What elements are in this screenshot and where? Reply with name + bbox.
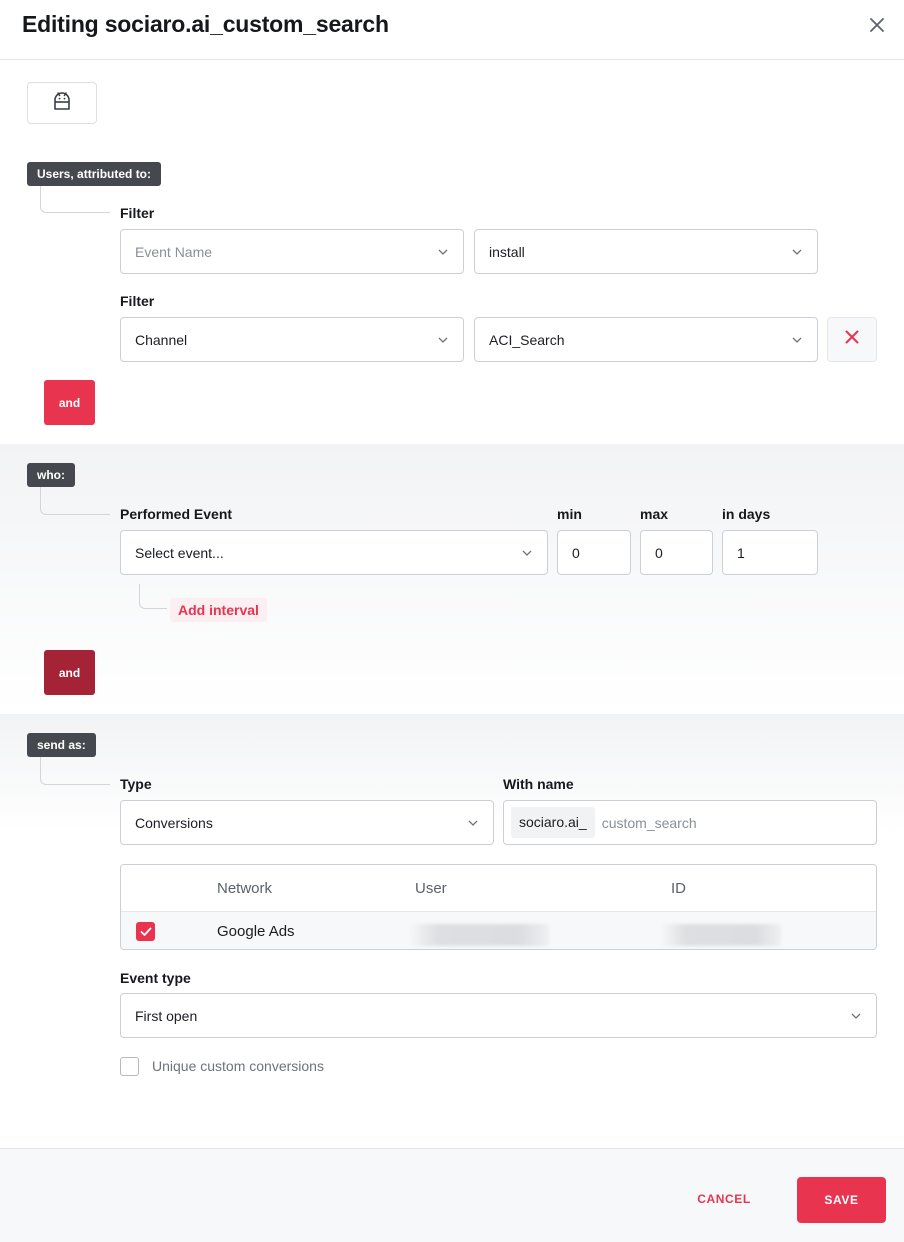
chevron-down-icon bbox=[791, 248, 803, 256]
select-value: Conversions bbox=[135, 814, 213, 831]
column-header-network: Network bbox=[217, 880, 273, 897]
days-label: in days bbox=[722, 506, 771, 522]
name-prefix: sociaro.ai_ bbox=[511, 807, 595, 838]
tree-connector bbox=[139, 584, 167, 609]
event-type-label: Event type bbox=[120, 970, 191, 986]
redacted-user bbox=[409, 924, 549, 946]
chevron-down-icon bbox=[791, 336, 803, 344]
tree-connector bbox=[40, 487, 110, 515]
tree-connector bbox=[40, 757, 110, 785]
tree-connector bbox=[40, 186, 110, 213]
column-header-id: ID bbox=[671, 880, 686, 897]
type-label: Type bbox=[120, 776, 152, 792]
select-value: ACI_Search bbox=[489, 331, 565, 348]
unique-conversions-checkbox[interactable] bbox=[120, 1056, 139, 1076]
dialog-header: Editing sociaro.ai_custom_search bbox=[0, 0, 904, 60]
redacted-id bbox=[661, 924, 781, 946]
type-select[interactable]: Conversions bbox=[120, 800, 494, 845]
min-input[interactable]: 0 bbox=[557, 530, 631, 575]
network-name: Google Ads bbox=[217, 923, 295, 940]
table-row: Google Ads bbox=[121, 912, 876, 949]
platform-selector[interactable] bbox=[27, 82, 97, 124]
unique-conversions-label: Unique custom conversions bbox=[152, 1058, 324, 1074]
add-interval-button[interactable]: Add interval bbox=[170, 598, 267, 622]
select-value: First open bbox=[135, 1007, 198, 1024]
dialog-title: Editing sociaro.ai_custom_search bbox=[22, 11, 389, 37]
select-value: Event Name bbox=[135, 243, 213, 260]
select-value: Select event... bbox=[135, 544, 224, 561]
event-select[interactable]: Select event... bbox=[120, 530, 548, 575]
chevron-down-icon bbox=[467, 819, 479, 827]
filter-value-select[interactable]: ACI_Search bbox=[474, 317, 818, 362]
filter-field-select[interactable]: Channel bbox=[120, 317, 464, 362]
event-type-select[interactable]: First open bbox=[120, 993, 877, 1038]
with-name-label: With name bbox=[503, 776, 574, 792]
select-value: install bbox=[489, 243, 525, 260]
days-input[interactable]: 1 bbox=[722, 530, 818, 575]
chevron-down-icon bbox=[437, 336, 449, 344]
unique-conversions-option[interactable]: Unique custom conversions bbox=[120, 1056, 324, 1076]
select-value: Channel bbox=[135, 331, 188, 348]
chevron-down-icon bbox=[850, 1012, 862, 1020]
attributed-tag: Users, attributed to: bbox=[27, 162, 162, 186]
name-field[interactable]: sociaro.ai_ custom_search bbox=[503, 800, 877, 845]
column-header-user: User bbox=[415, 880, 447, 897]
network-checkbox[interactable] bbox=[136, 922, 155, 941]
cancel-button[interactable]: CANCEL bbox=[678, 1177, 770, 1221]
table-header: Network User ID bbox=[121, 865, 876, 912]
close-icon bbox=[845, 330, 859, 349]
and-button[interactable]: and bbox=[44, 650, 95, 695]
min-label: min bbox=[557, 506, 582, 522]
filter-value-select[interactable]: install bbox=[474, 229, 818, 274]
close-icon[interactable] bbox=[864, 12, 890, 38]
filter-field-select[interactable]: Event Name bbox=[120, 229, 464, 274]
name-input[interactable]: custom_search bbox=[602, 815, 697, 831]
filter-label: Filter bbox=[120, 293, 155, 309]
remove-filter-button[interactable] bbox=[827, 317, 877, 362]
max-input[interactable]: 0 bbox=[640, 530, 713, 575]
filter-label: Filter bbox=[120, 205, 155, 221]
performed-event-label: Performed Event bbox=[120, 506, 233, 522]
and-button[interactable]: and bbox=[44, 380, 95, 425]
dialog-footer: CANCEL SAVE bbox=[0, 1148, 904, 1242]
who-section bbox=[0, 444, 904, 714]
who-tag: who: bbox=[27, 463, 75, 487]
chevron-down-icon bbox=[437, 248, 449, 256]
max-label: max bbox=[640, 506, 669, 522]
chevron-down-icon bbox=[521, 549, 533, 557]
send-as-tag: send as: bbox=[27, 733, 96, 757]
android-icon bbox=[51, 90, 73, 117]
save-button[interactable]: SAVE bbox=[797, 1177, 886, 1223]
network-table: Network User ID Google Ads bbox=[120, 864, 877, 950]
